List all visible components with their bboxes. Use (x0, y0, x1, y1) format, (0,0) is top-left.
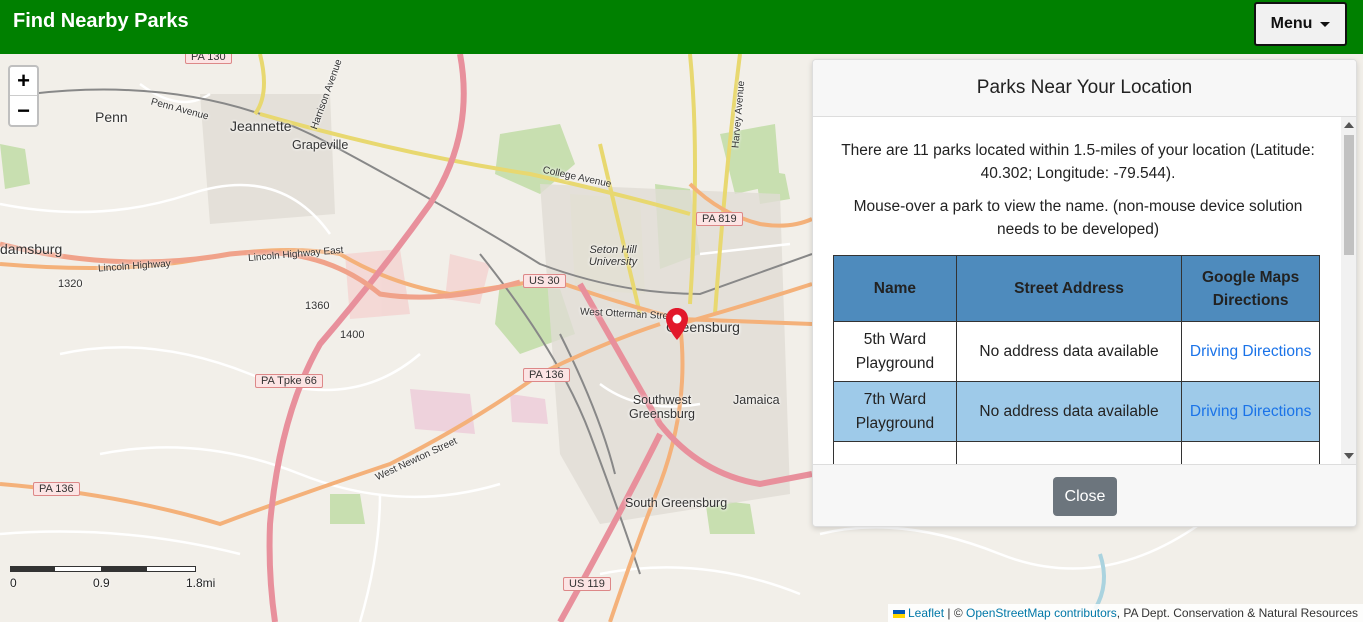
place-label-penn: Penn (95, 109, 128, 125)
scale-segment (11, 567, 55, 571)
panel-scrollbar[interactable] (1341, 117, 1356, 464)
scale-label-mid: 0.9 (93, 576, 110, 590)
osm-link[interactable]: OpenStreetMap contributors (966, 606, 1117, 620)
caret-down-icon (1320, 21, 1331, 27)
app-title[interactable]: Find Nearby Parks (13, 10, 189, 33)
place-label-jeannette: Jeannette (230, 118, 292, 134)
close-button[interactable]: Close (1053, 477, 1117, 516)
scale-bar-track (10, 566, 196, 572)
route-shield-pa136: PA 136 (523, 368, 570, 382)
zoom-in-button[interactable]: + (10, 67, 37, 96)
park-name: 5th Ward Playground (833, 321, 957, 382)
navbar: Find Nearby Parks Menu (0, 0, 1363, 54)
table-cell (1181, 441, 1320, 464)
place-label-adamsburg: damsburg (0, 241, 63, 257)
route-shield-pa130: PA 130 (185, 54, 232, 64)
place-label-south-greensburg: South Greensburg (625, 496, 728, 510)
menu-label: Menu (1270, 15, 1313, 32)
map-attribution: Leaflet | © OpenStreetMap contributors, … (888, 604, 1363, 622)
location-marker-icon[interactable] (665, 308, 689, 340)
scroll-thumb[interactable] (1344, 135, 1354, 255)
zoom-control: + − (8, 65, 39, 127)
elevation-label-1360: 1360 (305, 300, 330, 312)
scale-label-0: 0 (10, 576, 17, 590)
scroll-up-arrow-icon[interactable] (1344, 122, 1354, 128)
scale-segment (101, 567, 147, 571)
table-row[interactable]: 7th Ward Playground No address data avai… (833, 381, 1320, 442)
park-address: No address data available (955, 381, 1183, 442)
directions-cell: Driving Directions (1181, 381, 1320, 442)
route-shield-us119: US 119 (563, 577, 611, 591)
leaflet-link[interactable]: Leaflet (908, 606, 944, 620)
place-label-seton-hill: Seton Hill University (588, 244, 638, 268)
place-label-jamaica: Jamaica (733, 393, 780, 407)
table-row[interactable]: 5th Ward Playground No address data avai… (833, 321, 1320, 382)
driving-directions-link[interactable]: Driving Directions (1190, 403, 1311, 420)
column-header-name: Name (833, 255, 957, 322)
table-row[interactable] (833, 441, 1320, 464)
directions-cell: Driving Directions (1181, 321, 1320, 382)
column-header-directions: Google Maps Directions (1181, 255, 1320, 322)
route-shield-pa136-west: PA 136 (33, 482, 80, 496)
attribution-text: , PA Dept. Conservation & Natural Resour… (1116, 606, 1358, 620)
place-label-grapeville: Grapeville (292, 138, 349, 152)
instructions-text: Mouse-over a park to view the name. (non… (853, 198, 1303, 238)
park-name: 7th Ward Playground (833, 381, 957, 442)
elevation-label-1400: 1400 (340, 329, 365, 341)
summary-text: There are 11 parks located within 1.5-mi… (841, 142, 1315, 182)
scale-label-end: 1.8mi (186, 576, 216, 590)
table-cell (833, 441, 957, 464)
route-shield-pa819: PA 819 (696, 212, 743, 226)
ukraine-flag-icon (893, 609, 905, 618)
menu-button[interactable]: Menu (1254, 2, 1347, 46)
route-shield-pa-tpke-66: PA Tpke 66 (255, 374, 323, 388)
parks-panel: Parks Near Your Location There are 11 pa… (812, 59, 1357, 527)
place-label-southwest-greensburg: Southwest Greensburg (628, 393, 695, 421)
panel-body[interactable]: There are 11 parks located within 1.5-mi… (813, 117, 1343, 464)
attribution-separator: | © (947, 606, 963, 620)
driving-directions-link[interactable]: Driving Directions (1190, 343, 1311, 360)
column-header-address: Street Address (955, 255, 1183, 322)
route-shield-us30: US 30 (523, 274, 566, 288)
zoom-out-button[interactable]: − (10, 96, 37, 125)
parks-table: Name Street Address Google Maps Directio… (833, 255, 1320, 464)
panel-title: Parks Near Your Location (976, 77, 1193, 98)
panel-header: Parks Near Your Location (813, 60, 1356, 117)
park-address: No address data available (955, 321, 1183, 382)
elevation-label-1320: 1320 (58, 278, 83, 290)
table-cell (955, 441, 1183, 464)
panel-footer: Close (813, 464, 1356, 526)
scroll-down-arrow-icon[interactable] (1344, 453, 1354, 459)
